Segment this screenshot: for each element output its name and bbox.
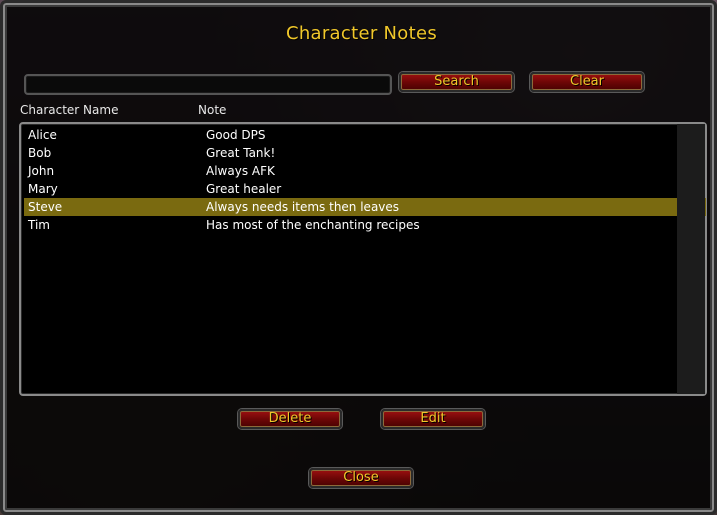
list-item[interactable]: Alice Good DPS xyxy=(24,126,706,144)
character-note: Has most of the enchanting recipes xyxy=(206,218,420,232)
character-name: Tim xyxy=(28,218,50,232)
character-name: Mary xyxy=(28,182,58,196)
list-item[interactable]: Tim Has most of the enchanting recipes xyxy=(24,216,706,234)
character-note: Always AFK xyxy=(206,164,275,178)
list-item[interactable]: Mary Great healer xyxy=(24,180,706,198)
clear-button[interactable]: Clear xyxy=(530,72,644,92)
character-name: Steve xyxy=(28,200,63,214)
close-button[interactable]: Close xyxy=(309,468,413,488)
delete-button[interactable]: Delete xyxy=(238,409,342,429)
edit-button[interactable]: Edit xyxy=(381,409,485,429)
notes-list: Alice Good DPS Bob Great Tank! John Alwa… xyxy=(19,122,707,396)
character-name: Alice xyxy=(28,128,57,142)
column-header-character-name[interactable]: Character Name xyxy=(20,103,118,117)
column-header-note[interactable]: Note xyxy=(198,103,226,117)
search-button[interactable]: Search xyxy=(399,72,514,92)
list-item[interactable]: John Always AFK xyxy=(24,162,706,180)
window-title: Character Notes xyxy=(285,23,438,44)
character-note: Good DPS xyxy=(206,128,266,142)
list-item[interactable]: Bob Great Tank! xyxy=(24,144,706,162)
character-note: Great Tank! xyxy=(206,146,276,160)
character-note: Always needs items then leaves xyxy=(206,200,400,214)
character-note: Great healer xyxy=(206,182,282,196)
character-notes-window: Character Notes Search Clear Character N… xyxy=(0,0,717,515)
character-name: Bob xyxy=(28,146,52,160)
search-input[interactable] xyxy=(24,74,392,95)
character-name: John xyxy=(28,164,55,178)
list-scrollbar[interactable] xyxy=(677,124,705,394)
list-item-selected[interactable]: Steve Always needs items then leaves xyxy=(24,198,706,216)
